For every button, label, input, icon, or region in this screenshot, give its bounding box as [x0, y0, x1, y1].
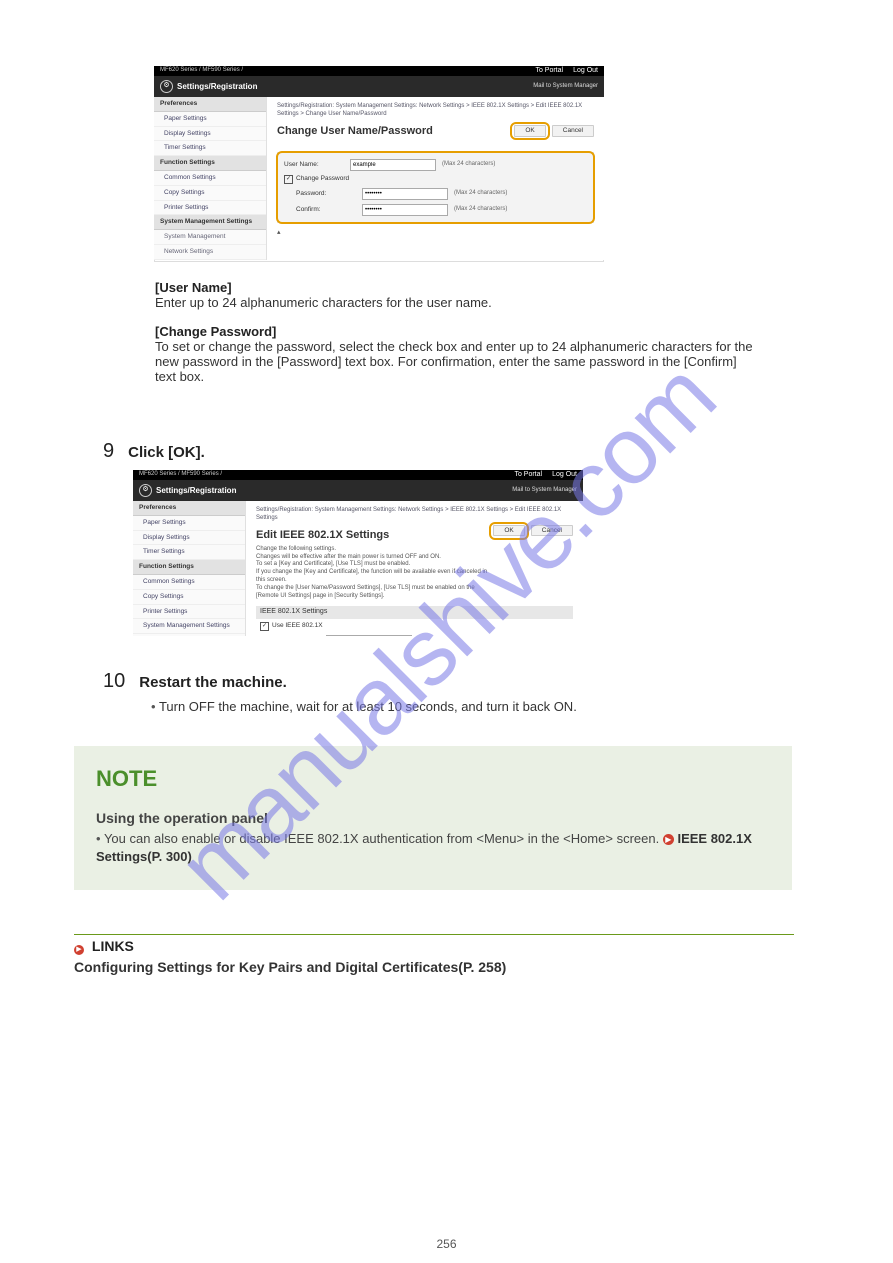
sidebar: Preferences Paper Settings Display Setti… [133, 501, 246, 636]
sidebar-header-preferences: Preferences [154, 97, 266, 112]
page-title: Edit IEEE 802.1X Settings [256, 529, 493, 542]
sidebar-header-preferences: Preferences [133, 501, 245, 516]
page-number: 256 [0, 1237, 893, 1251]
product-bar: MF620 Series / MF590 Series / To Portal … [154, 66, 604, 76]
info-line-1: Change the following settings. [256, 546, 493, 554]
use-8021x-checkbox[interactable]: ✓ [260, 622, 269, 631]
note-bullet: You can also enable or disable IEEE 802.… [96, 831, 663, 846]
step-9-number: 9 [103, 440, 114, 463]
links-link-1[interactable]: Configuring Settings for Key Pairs and D… [74, 959, 774, 975]
mail-to-sys-mgr-link[interactable]: Mail to System Manager [533, 83, 598, 90]
password-label: Password: [296, 190, 356, 198]
play-icon: ▶ [663, 834, 674, 845]
info-line-5: To change the [User Name/Password Settin… [256, 585, 493, 601]
main-panel: Settings/Registration: System Management… [267, 97, 604, 260]
step-10: 10 Restart the machine. • Turn OFF the m… [103, 670, 783, 714]
sidebar-item-copy[interactable]: Copy Settings [154, 186, 266, 201]
step-10-text: Restart the machine. [139, 674, 287, 691]
sidebar-header-sysmgmt: System Management Settings [154, 215, 266, 230]
screenshot-edit-8021x: MF620 Series / MF590 Series / To Portal … [133, 470, 583, 636]
to-portal-link[interactable]: To Portal [535, 67, 563, 75]
info-line-3: To set a [Key and Certificate], [Use TLS… [256, 561, 493, 569]
use-8021x-label: Use IEEE 802.1X [272, 622, 323, 630]
play-icon: ▶ [74, 945, 84, 955]
info-line-2: Changes will be effective after the main… [256, 554, 493, 562]
sidebar-item-common[interactable]: Common Settings [133, 575, 245, 590]
sidebar-item-sysmgmt[interactable]: System Management [154, 230, 266, 245]
logout-link[interactable]: Log Out [573, 67, 598, 75]
chgpw-desc: To set or change the password, select th… [155, 339, 755, 384]
links-section: ▶ LINKS Configuring Settings for Key Pai… [74, 938, 774, 975]
confirm-input[interactable] [362, 204, 448, 216]
step-10-number: 10 [103, 670, 125, 693]
divider [74, 934, 794, 935]
username-input[interactable] [350, 159, 436, 171]
password-hint: (Max 24 characters) [454, 190, 507, 197]
sidebar-item-paper[interactable]: Paper Settings [133, 516, 245, 531]
product-series-label: MF620 Series / MF590 Series / [160, 67, 243, 74]
to-portal-link[interactable]: To Portal [514, 471, 542, 479]
sidebar-item-sysmgmt2[interactable]: System Management Settings [133, 619, 245, 634]
cancel-button[interactable]: Cancel [531, 525, 573, 537]
change-password-label: Change Password [296, 175, 349, 183]
confirm-label: Confirm: [296, 206, 356, 214]
ok-highlight-ring [510, 122, 550, 140]
chgpw-heading: [Change Password] [155, 324, 755, 339]
step-10-body: Turn OFF the machine, wait for at least … [159, 699, 577, 714]
sidebar: Preferences Paper Settings Display Setti… [154, 97, 267, 260]
settings-registration-title: Settings/Registration [156, 486, 236, 496]
logout-link[interactable]: Log Out [552, 471, 577, 479]
note-sub: Using the operation panel [96, 810, 770, 826]
info-line-4: If you change the [Key and Certificate],… [256, 569, 493, 585]
cancel-button[interactable]: Cancel [552, 125, 594, 137]
section-8021x: IEEE 802.1X Settings [256, 606, 573, 618]
screenshot-change-user-password: MF620 Series / MF590 Series / To Portal … [154, 66, 604, 262]
breadcrumb: Settings/Registration: System Management… [256, 507, 573, 523]
ok-highlight-ring [489, 522, 529, 540]
gear-icon: ⚙ [160, 80, 173, 93]
username-desc: Enter up to 24 alphanumeric characters f… [155, 295, 755, 310]
change-password-checkbox[interactable]: ✓ [284, 175, 293, 184]
sidebar-item-common[interactable]: Common Settings [154, 171, 266, 186]
sidebar-header-function: Function Settings [133, 560, 245, 575]
step-9-text: Click [OK]. [128, 444, 205, 461]
sidebar-item-display[interactable]: Display Settings [133, 531, 245, 546]
sidebar-header-function: Function Settings [154, 156, 266, 171]
header-bar: ⚙ Settings/Registration Mail to System M… [133, 480, 583, 501]
username-hint: (Max 24 characters) [442, 161, 495, 168]
main-panel: Settings/Registration: System Management… [246, 501, 583, 636]
product-series-label: MF620 Series / MF590 Series / [139, 471, 222, 478]
username-heading: [User Name] [155, 280, 755, 295]
product-bar: MF620 Series / MF590 Series / To Portal … [133, 470, 583, 480]
page-title: Change User Name/Password [277, 125, 433, 138]
settings-registration-title: Settings/Registration [177, 82, 257, 92]
step-9: 9 Click [OK]. [103, 440, 205, 463]
sidebar-item-paper[interactable]: Paper Settings [154, 112, 266, 127]
confirm-hint: (Max 24 characters) [454, 206, 507, 213]
gear-icon: ⚙ [139, 484, 152, 497]
sidebar-item-printer[interactable]: Printer Settings [133, 605, 245, 620]
description-block: [User Name] Enter up to 24 alphanumeric … [155, 280, 755, 384]
password-input[interactable] [362, 188, 448, 200]
sidebar-item-timer[interactable]: Timer Settings [154, 141, 266, 156]
sidebar-item-display[interactable]: Display Settings [154, 127, 266, 142]
arrow-up-icon: ▴ [277, 229, 594, 237]
sidebar-item-network[interactable]: Network Settings [154, 245, 266, 260]
note-title: NOTE [96, 766, 770, 792]
login-name-input[interactable] [326, 635, 412, 636]
username-label: User Name: [284, 161, 344, 169]
breadcrumb: Settings/Registration: System Management… [277, 103, 594, 119]
sidebar-item-copy[interactable]: Copy Settings [133, 590, 245, 605]
mail-to-sys-mgr-link[interactable]: Mail to System Manager [512, 487, 577, 494]
links-label: LINKS [92, 938, 134, 954]
sidebar-item-printer[interactable]: Printer Settings [154, 201, 266, 216]
header-bar: ⚙ Settings/Registration Mail to System M… [154, 76, 604, 97]
sidebar-item-timer[interactable]: Timer Settings [133, 545, 245, 560]
note-block: NOTE Using the operation panel You can a… [74, 746, 792, 890]
